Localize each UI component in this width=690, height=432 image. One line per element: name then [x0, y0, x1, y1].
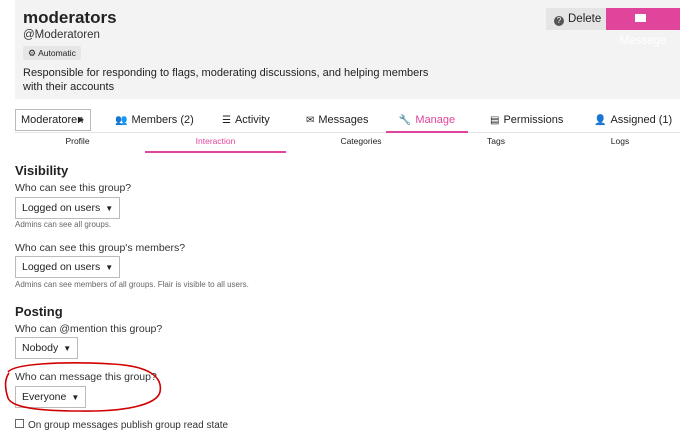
annotation-circle	[4, 362, 162, 412]
red-annotation	[4, 362, 162, 412]
